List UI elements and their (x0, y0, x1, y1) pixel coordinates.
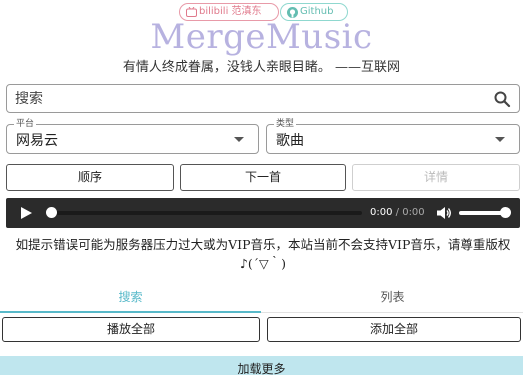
volume-thumb[interactable] (500, 207, 511, 218)
notice-text: 如提示错误可能为服务器压力过大或为VIP音乐，本站当前不会支持VIP音乐，请尊重… (15, 237, 511, 271)
next-button[interactable]: 下一首 (180, 164, 346, 191)
chevron-down-icon (495, 137, 505, 142)
detail-button[interactable]: 详情 (352, 164, 520, 191)
volume-track[interactable] (459, 211, 505, 215)
progress-track[interactable] (48, 211, 362, 215)
platform-select-value: 网易云 (16, 133, 58, 149)
duration: 0:00 (402, 207, 425, 218)
platform-select-label: 平台 (14, 118, 37, 130)
time-separator: / (392, 207, 403, 218)
type-select-value: 歌曲 (276, 133, 304, 149)
tab-list[interactable]: 列表 (262, 285, 523, 313)
tab-search[interactable]: 搜索 (0, 285, 261, 313)
chevron-down-icon (234, 137, 244, 142)
play-all-button[interactable]: 播放全部 (2, 317, 260, 342)
platform-select[interactable]: 平台 网易云 (6, 118, 259, 154)
volume-icon[interactable] (436, 206, 452, 220)
type-select-label: 类型 (274, 118, 297, 130)
search-input[interactable] (15, 90, 493, 107)
search-field[interactable] (6, 84, 520, 113)
audio-player: 0:00 / 0:00 (6, 198, 520, 228)
order-button[interactable]: 顺序 (6, 164, 174, 191)
type-select[interactable]: 类型 歌曲 (266, 118, 520, 154)
motto: 有情人终成眷属，没钱人亲眼目睹。 ——互联网 (122, 60, 401, 75)
tab-indicator (0, 311, 261, 313)
play-icon[interactable] (21, 207, 32, 219)
add-all-button[interactable]: 添加全部 (267, 317, 521, 342)
progress-thumb[interactable] (46, 207, 57, 218)
tab-bar: 搜索 列表 (0, 285, 523, 313)
app-title: MergeMusic (150, 17, 373, 57)
time-display: 0:00 / 0:00 (370, 206, 425, 220)
current-time: 0:00 (370, 207, 393, 218)
load-more-button[interactable]: 加载更多 (0, 356, 523, 375)
search-icon[interactable] (493, 90, 511, 108)
